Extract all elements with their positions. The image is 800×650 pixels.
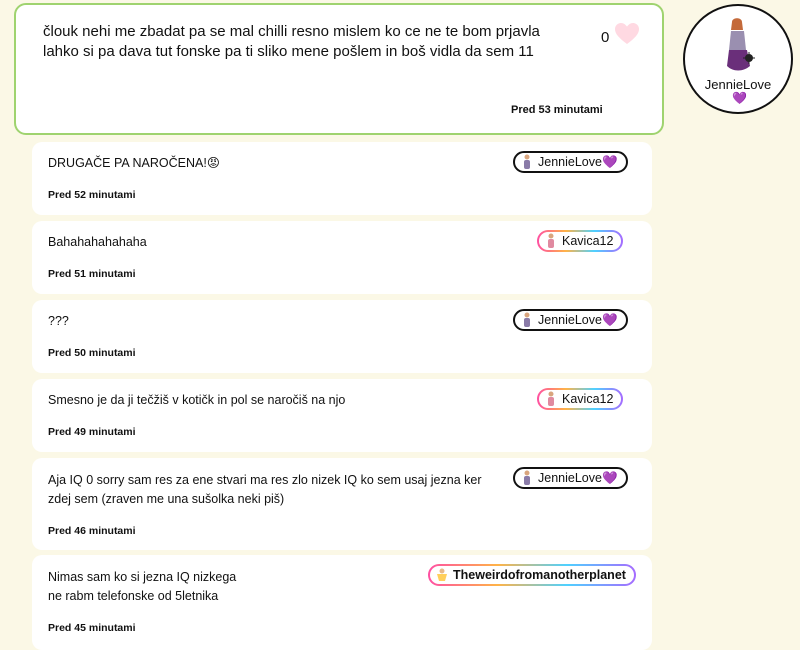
comment-time: Pred 49 minutami — [48, 426, 136, 438]
comment-text-line: Nimas sam ko si jezna IQ nizkega — [48, 570, 237, 584]
author-emoji: 💜 — [732, 91, 747, 105]
heart-icon[interactable] — [614, 22, 640, 46]
comment-item: Bahahahahahaha Pred 51 minutami Kavica12 — [32, 221, 652, 294]
comment-text: ??? — [48, 314, 69, 328]
user-name: JennieLove💜 — [538, 154, 618, 169]
user-name: JennieLove💜 — [538, 312, 618, 327]
author-name: JennieLove — [704, 77, 772, 92]
user-avatar-icon — [548, 233, 554, 248]
user-badge[interactable]: Kavica12 — [537, 230, 623, 252]
like-count: 0 — [601, 29, 610, 46]
comment-time: Pred 52 minutami — [48, 189, 136, 201]
comment-text: Bahahahahahaha — [48, 235, 147, 249]
comment-text: Aja IQ 0 sorry sam res za ene stvari ma … — [48, 471, 481, 509]
author-avatar[interactable]: JennieLove 💜 — [683, 4, 793, 114]
user-name: Theweirdofromanotherplanet — [453, 568, 626, 582]
user-avatar-icon — [524, 470, 530, 485]
user-avatar-icon — [524, 154, 530, 169]
comment-text: DRUGAČE PA NAROČENA!😡 — [48, 156, 220, 170]
user-badge[interactable]: Theweirdofromanotherplanet — [428, 564, 636, 586]
girl-figure-icon — [727, 18, 755, 71]
main-post: člouk nehi me zbadat pa se mal chilli re… — [14, 3, 664, 135]
comment-time: Pred 50 minutami — [48, 347, 136, 359]
user-avatar-icon — [437, 568, 447, 581]
user-avatar-icon — [548, 391, 554, 406]
user-name: Kavica12 — [562, 234, 614, 248]
comment-time: Pred 51 minutami — [48, 268, 136, 280]
user-badge[interactable]: JennieLove💜 — [513, 151, 628, 173]
user-badge[interactable]: Kavica12 — [537, 388, 623, 410]
user-name: JennieLove💜 — [538, 470, 618, 485]
user-name: Kavica12 — [562, 392, 614, 406]
comment-item: Smesno je da ji tečžiš v kotičk in pol s… — [32, 379, 652, 452]
user-badge[interactable]: JennieLove💜 — [513, 467, 628, 489]
post-text: člouk nehi me zbadat pa se mal chilli re… — [43, 23, 540, 60]
comment-time: Pred 46 minutami — [48, 525, 136, 537]
comment-item: ??? Pred 50 minutami JennieLove💜 — [32, 300, 652, 373]
comment-time: Pred 45 minutami — [48, 622, 136, 634]
comment-text: Nimas sam ko si jezna IQ nizkega ne rabm… — [48, 568, 236, 606]
comment-item: Nimas sam ko si jezna IQ nizkega ne rabm… — [32, 555, 652, 650]
comment-text-line: zdej sem (zraven me una sušolka neki piš… — [48, 492, 285, 506]
user-avatar-icon — [524, 312, 530, 327]
comment-text-line: ne rabm telefonske od 5letnika — [48, 589, 219, 603]
comment-text-line: Aja IQ 0 sorry sam res za ene stvari ma … — [48, 473, 482, 487]
comment-item: DRUGAČE PA NAROČENA!😡 Pred 52 minutami J… — [32, 142, 652, 215]
post-time: Pred 53 minutami — [511, 104, 603, 116]
comment-item: Aja IQ 0 sorry sam res za ene stvari ma … — [32, 458, 652, 550]
comment-text: Smesno je da ji tečžiš v kotičk in pol s… — [48, 393, 346, 407]
user-badge[interactable]: JennieLove💜 — [513, 309, 628, 331]
